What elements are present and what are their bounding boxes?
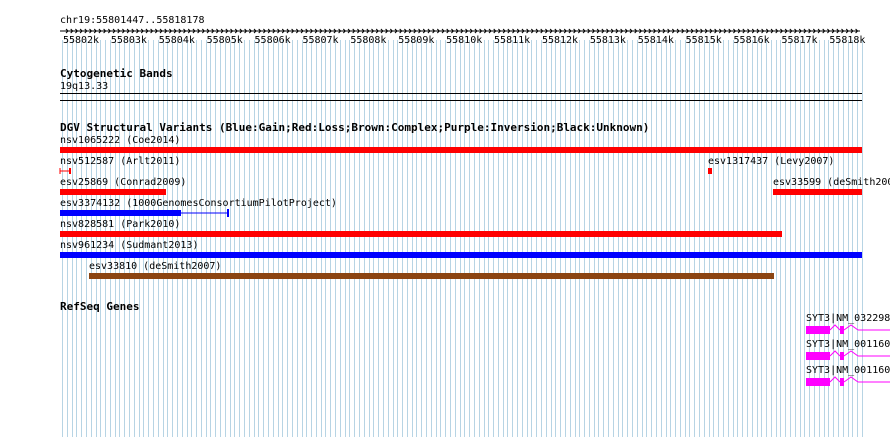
ruler-tick-label: 55817k [781, 35, 818, 46]
variant-label-nsv1065222[interactable]: nsv1065222 (Coe2014) [60, 135, 180, 146]
variant-bar-nsv828581[interactable] [60, 231, 782, 237]
variant-bar-esv33810[interactable] [89, 273, 774, 279]
ruler-tick-label: 55812k [541, 35, 579, 46]
gene-model-3[interactable] [806, 376, 890, 388]
gene-model-2[interactable] [806, 350, 890, 362]
variant-label-nsv961234[interactable]: nsv961234 (Sudmant2013) [60, 240, 198, 251]
ruler-tick-label: 55805k [206, 35, 243, 46]
ruler-tick-label: 55807k [302, 35, 339, 46]
cytoband-line-bottom [60, 100, 862, 101]
cytoband-track-title: Cytogenetic Bands [60, 67, 173, 80]
variant-bar-esv1317437[interactable] [708, 168, 712, 174]
ruler-tick-label: 55810k [446, 35, 483, 46]
variant-bar-esv3374132-thick[interactable] [60, 210, 181, 216]
ruler-tick-label: 55816k [733, 35, 770, 46]
gene-label-2[interactable]: SYT3|NM_001160 [806, 339, 890, 350]
ruler-tick-label: 55813k [589, 35, 626, 46]
variant-bar-nsv961234[interactable] [60, 252, 862, 258]
variant-bar-esv33599[interactable] [773, 189, 862, 195]
ruler-tick-label: 55806k [254, 35, 291, 46]
variant-label-nsv512587[interactable]: nsv512587 (Arlt2011) [60, 156, 180, 167]
ruler-tick-label: 55815k [685, 35, 722, 46]
variant-label-nsv828581[interactable]: nsv828581 (Park2010) [60, 219, 180, 230]
gene-label-1[interactable]: SYT3|NM_032298 [806, 313, 890, 324]
cytoband-label[interactable]: 19q13.33 [60, 81, 108, 92]
variant-label-esv33810[interactable]: esv33810 (deSmith2007) [89, 261, 221, 272]
ruler-tick-label: 55818k [829, 35, 866, 46]
ruler-tick-label: 55804k [158, 35, 195, 46]
gene-model-1[interactable] [806, 324, 890, 336]
ruler-tick-label: 55814k [637, 35, 674, 46]
ruler-tick-label: 55808k [350, 35, 387, 46]
variant-bar-nsv512587[interactable] [58, 167, 74, 175]
variant-bar-esv25869[interactable] [60, 189, 166, 195]
cytoband-line-top [60, 93, 862, 94]
variant-bar-nsv1065222[interactable] [60, 147, 862, 153]
ruler-tick-label: 55802k [62, 35, 100, 46]
dgv-track-title: DGV Structural Variants (Blue:Gain;Red:L… [60, 121, 650, 134]
ruler-tick-label: 55811k [494, 35, 531, 46]
variant-label-esv33599[interactable]: esv33599 (deSmith2007) [773, 177, 890, 188]
position-label: chr19:55801447..55818178 [60, 15, 205, 26]
variant-bar-esv3374132-thin[interactable] [180, 208, 232, 218]
refseq-track-title: RefSeq Genes [60, 300, 140, 313]
variant-label-esv25869[interactable]: esv25869 (Conrad2009) [60, 177, 186, 188]
gene-label-3[interactable]: SYT3|NM_001160 [806, 365, 890, 376]
variant-label-esv1317437[interactable]: esv1317437 (Levy2007) [708, 156, 834, 167]
ruler-tick-label: 55803k [110, 35, 147, 46]
ruler-tick-label: 55809k [398, 35, 435, 46]
